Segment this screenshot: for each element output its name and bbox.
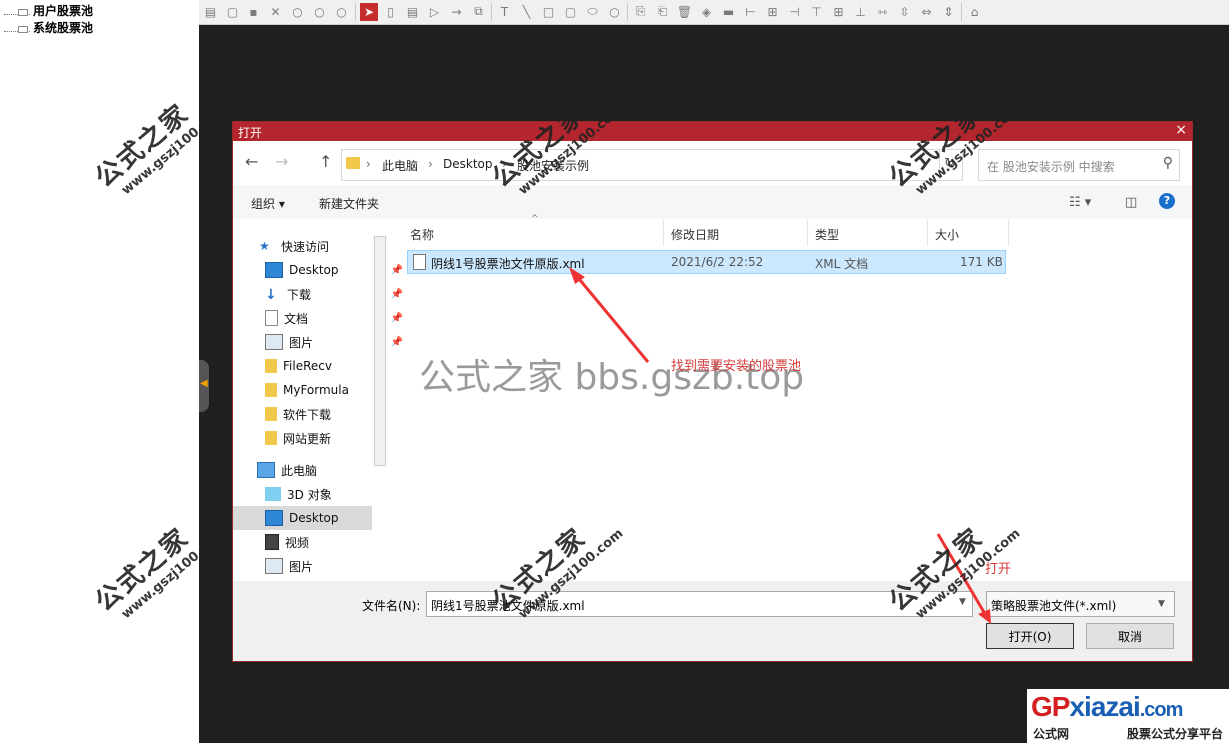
- play-icon[interactable]: ○: [290, 4, 305, 19]
- rectangle-icon[interactable]: □: [541, 4, 556, 19]
- rounded-square-icon[interactable]: ▢: [563, 4, 578, 19]
- rounded-rect-icon[interactable]: ▯: [383, 4, 398, 19]
- align-top-icon[interactable]: ⊤: [809, 4, 824, 19]
- pointer-icon[interactable]: ➤: [360, 3, 378, 21]
- ellipse-icon[interactable]: ⬭: [585, 4, 600, 19]
- toolbar-separator: [355, 3, 356, 21]
- text-tool-icon[interactable]: T: [497, 4, 512, 19]
- line-icon[interactable]: ╲: [519, 4, 534, 19]
- window-icon[interactable]: ▢: [225, 4, 240, 19]
- collapse-handle[interactable]: ◀: [199, 360, 209, 412]
- close-icon[interactable]: ✕: [268, 4, 283, 19]
- tree-item-label: 用户股票池: [33, 3, 94, 18]
- toolbar-separator: [961, 3, 962, 21]
- align-center-icon[interactable]: ⊞: [765, 4, 780, 19]
- circle-icon[interactable]: ○: [607, 4, 622, 19]
- group-icon[interactable]: ⧉: [471, 4, 486, 19]
- align-bottom-icon[interactable]: ⊥: [853, 4, 868, 19]
- page-icon[interactable]: ▤: [203, 4, 218, 19]
- pause-icon[interactable]: ○: [312, 4, 327, 19]
- arrow-left-icon: ◀: [200, 378, 208, 389]
- annotation-arrows: [569, 267, 991, 624]
- fill-icon[interactable]: ◈: [699, 4, 714, 19]
- logo-tagline: 公式网 股票公式分享平台: [1033, 727, 1223, 741]
- save-icon[interactable]: ▪: [246, 4, 261, 19]
- arrow-icon[interactable]: →: [449, 4, 464, 19]
- triangle-icon[interactable]: ▷: [427, 4, 442, 19]
- same-width-icon[interactable]: ⇔: [919, 4, 934, 19]
- drawing-toolbar: ▤ ▢ ▪ ✕ ○ ○ ○ ➤ ▯ ▤ ▷ → ⧉ T ╲ □ ▢ ⬭ ○ ⎘ …: [199, 0, 1229, 25]
- tree-item-user-pool[interactable]: 用户股票池: [4, 2, 93, 18]
- tree-connector-icon: [4, 23, 30, 33]
- copy-icon[interactable]: ⎘: [633, 4, 648, 19]
- stop-icon[interactable]: ○: [334, 4, 349, 19]
- distribute-v-icon[interactable]: ⇳: [897, 4, 912, 19]
- same-height-icon[interactable]: ⇕: [941, 4, 956, 19]
- paste-icon[interactable]: ⎗: [655, 4, 670, 19]
- align-left-icon[interactable]: ⊢: [743, 4, 758, 19]
- line-width-icon[interactable]: ▬: [721, 4, 736, 19]
- toolbar-separator: [491, 3, 492, 21]
- gpxiazai-logo: GPxiazai.com 公式网 股票公式分享平台: [1027, 689, 1229, 743]
- delete-icon[interactable]: 🗑: [677, 4, 692, 19]
- logo-brand: GPxiazai.com: [1031, 691, 1183, 722]
- arrow-to-file: [573, 273, 650, 363]
- align-right-icon[interactable]: ⊣: [787, 4, 802, 19]
- open-file-dialog: 打开 × ← → ↑ › 此电脑 › Desktop › 股池安装示例 ↻ 在 …: [232, 121, 1193, 662]
- tree-item-label: 系统股票池: [33, 20, 94, 35]
- toolbar-separator: [627, 3, 628, 21]
- align-middle-icon[interactable]: ⊞: [831, 4, 846, 19]
- tree-item-system-pool[interactable]: 系统股票池: [4, 19, 93, 35]
- distribute-h-icon[interactable]: ⇿: [875, 4, 890, 19]
- tree-connector-icon: [4, 6, 30, 16]
- text-box-icon[interactable]: ▤: [405, 4, 420, 19]
- building-icon[interactable]: ⌂: [967, 4, 982, 19]
